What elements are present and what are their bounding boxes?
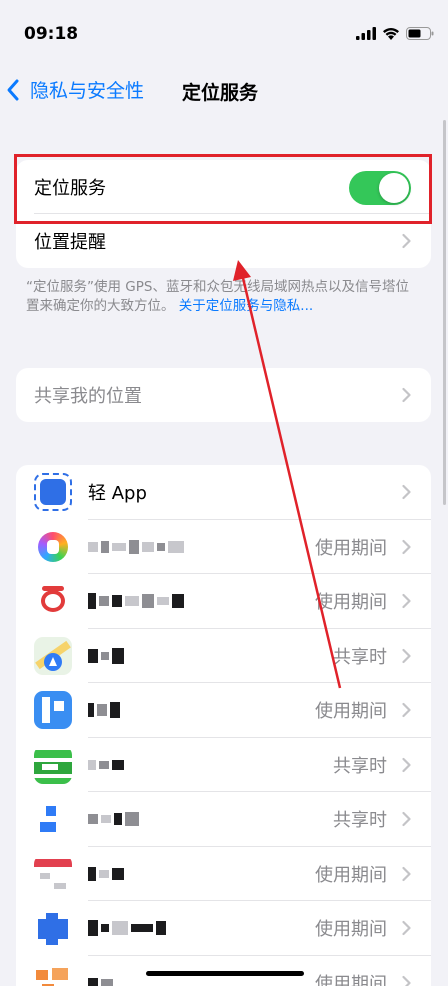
app-name-redacted [88, 977, 113, 986]
status-icons [356, 27, 434, 40]
app-name-redacted [88, 647, 124, 664]
navigation-bar: 隐私与安全性 定位服务 [0, 70, 448, 114]
scroll-indicator[interactable] [443, 120, 446, 505]
chevron-right-icon [402, 703, 411, 718]
battery-icon [406, 27, 434, 40]
chevron-right-icon [402, 594, 411, 609]
share-location-group: 共享我的位置 [16, 368, 431, 422]
app-row[interactable]: 共享时 [16, 792, 431, 847]
app-icon [34, 582, 72, 621]
share-location-row[interactable]: 共享我的位置 [16, 368, 431, 422]
app-permission: 使用期间 [315, 592, 387, 614]
app-permission: 使用期间 [315, 537, 387, 559]
chevron-right-icon [402, 921, 411, 936]
app-icon [34, 909, 72, 948]
chevron-right-icon [402, 648, 411, 663]
home-indicator [146, 971, 304, 976]
share-location-label: 共享我的位置 [34, 386, 142, 407]
status-time: 09:18 [24, 24, 79, 44]
app-icon [34, 691, 72, 730]
chevron-right-icon [402, 485, 411, 500]
cellular-signal-icon [356, 27, 376, 40]
app-name-redacted [88, 866, 124, 881]
app-row[interactable]: 使用期间 [16, 847, 431, 901]
app-permission: 使用期间 [315, 701, 387, 723]
app-icon [34, 854, 72, 893]
app-icon [34, 800, 72, 839]
chevron-right-icon [402, 866, 411, 881]
app-icon [34, 473, 72, 512]
chevron-right-icon [402, 812, 411, 827]
privacy-link[interactable]: 关于定位服务与隐私... [179, 298, 313, 314]
app-name-redacted [88, 702, 120, 719]
app-permission: 使用期间 [315, 919, 387, 941]
app-name-redacted [88, 812, 139, 827]
app-row[interactable]: 使用期间 [16, 901, 431, 956]
app-name-redacted [88, 539, 184, 554]
chevron-right-icon [402, 387, 411, 403]
back-button-label: 隐私与安全性 [30, 80, 145, 102]
location-footnote: “定位服务”使用 GPS、蓝牙和众包无线局域网热点以及信号塔位置来确定你的大致方… [26, 278, 416, 316]
chevron-left-icon [7, 79, 19, 100]
location-alerts-label: 位置提醒 [34, 232, 106, 253]
app-icon [34, 963, 72, 986]
app-row[interactable]: 使用期间 [16, 683, 431, 738]
app-permission: 共享时 [333, 810, 387, 832]
app-permission: 共享时 [333, 646, 387, 668]
back-button[interactable]: 隐私与安全性 [6, 76, 144, 103]
app-row[interactable]: 共享时 [16, 738, 431, 792]
app-row[interactable]: 使用期间 [16, 574, 431, 629]
app-name-redacted [88, 593, 184, 610]
app-name: 轻 App [88, 483, 147, 505]
wifi-icon [383, 28, 399, 40]
app-permission: 使用期间 [315, 864, 387, 886]
chevron-right-icon [402, 757, 411, 772]
app-permission: 使用期间 [315, 973, 387, 986]
app-name-redacted [88, 920, 166, 937]
app-icon [34, 745, 72, 784]
apps-group: 轻 App 使用期间 使用期间 共享时 使用期间 共享时 共享时 使用期间 使用… [16, 465, 431, 986]
app-row[interactable]: 共享时 [16, 629, 431, 683]
app-row[interactable]: 使用期间 [16, 520, 431, 574]
app-icon [34, 527, 72, 566]
chevron-right-icon [402, 233, 411, 249]
app-permission: 共享时 [333, 755, 387, 777]
highlight-box [14, 154, 432, 224]
page-title: 定位服务 [182, 82, 259, 104]
chevron-right-icon [402, 975, 411, 986]
chevron-right-icon [402, 539, 411, 554]
app-name-redacted [88, 759, 124, 770]
app-icon [34, 636, 72, 675]
app-row[interactable]: 轻 App [16, 465, 431, 520]
status-bar: 09:18 [0, 0, 448, 70]
